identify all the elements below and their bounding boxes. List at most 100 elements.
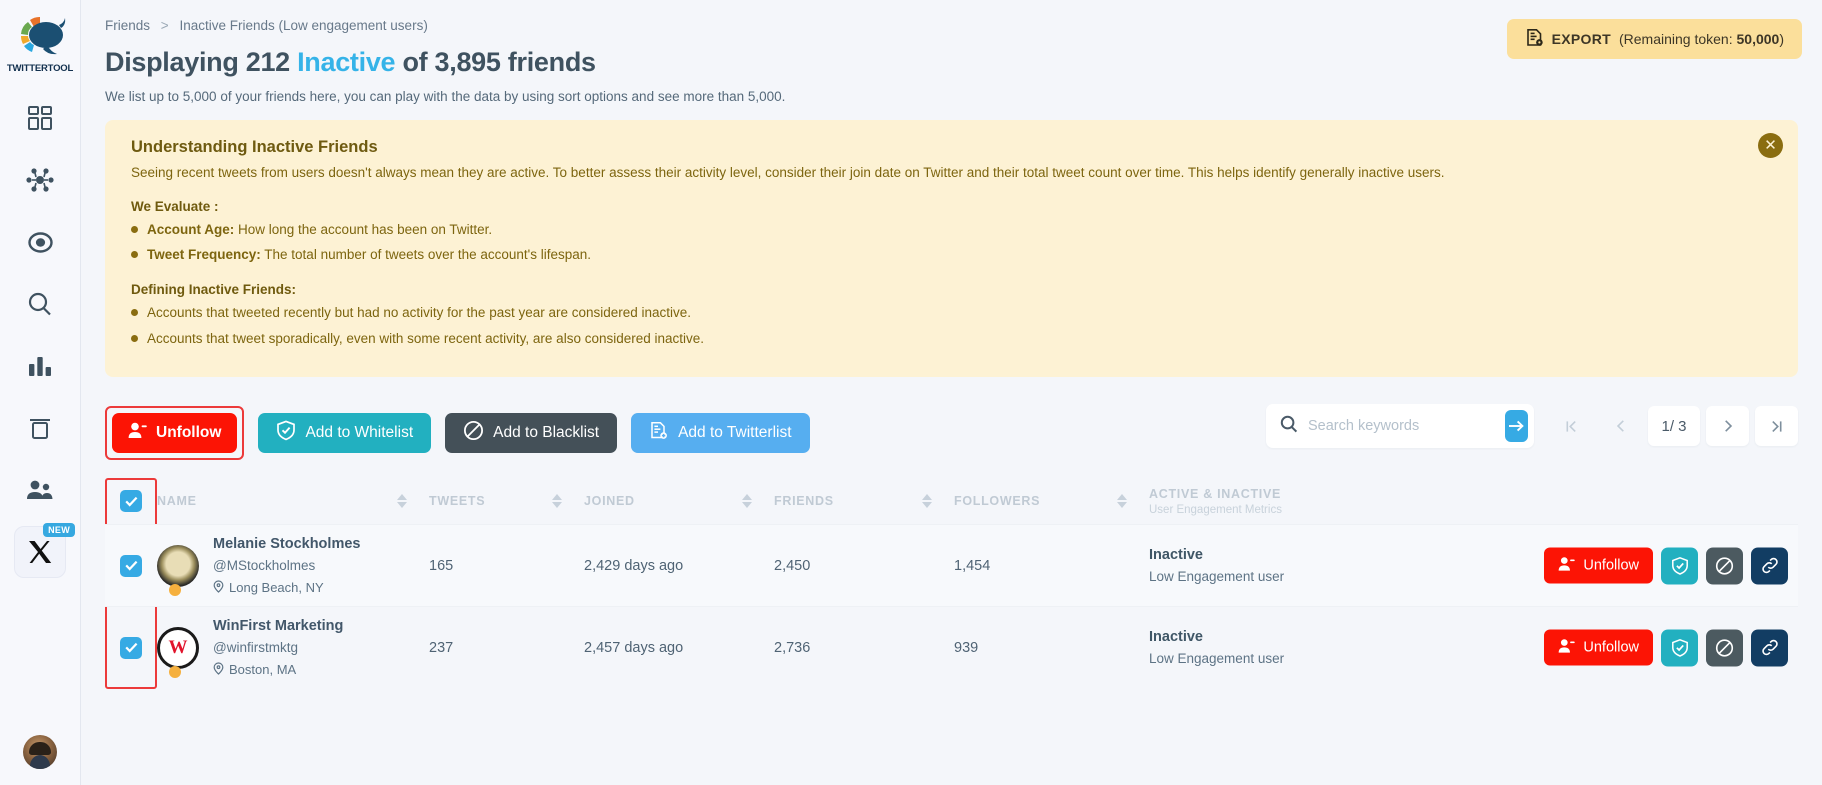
row-friends: 2,450 [774, 558, 954, 574]
column-header-name[interactable]: NAME [157, 494, 429, 508]
friends-table: NAME TWEETS JOINED [105, 478, 1798, 688]
status-badge [169, 584, 181, 596]
row-unfollow-label: Unfollow [1583, 640, 1639, 656]
row-blacklist-button[interactable] [1706, 547, 1743, 584]
table-row[interactable]: W WinFirst Marketing @winfirstmktg [105, 606, 1798, 688]
new-badge: NEW [43, 523, 75, 537]
search-input[interactable] [1308, 418, 1495, 434]
row-joined: 2,457 days ago [584, 640, 774, 656]
sidebar-item-target[interactable] [14, 216, 66, 268]
user-name: WinFirst Marketing [213, 618, 343, 634]
pagination-current-page: 1/ 3 [1648, 406, 1700, 446]
column-header-tweets[interactable]: TWEETS [429, 494, 584, 508]
search-box[interactable] [1266, 404, 1534, 448]
list-item-bold: Account Age: [147, 222, 234, 237]
sidebar-item-dashboard[interactable] [14, 92, 66, 144]
sidebar-item-search[interactable] [14, 278, 66, 330]
select-all-checkbox[interactable] [120, 490, 142, 512]
unfollow-button[interactable]: Unfollow [112, 413, 237, 453]
row-tweets: 237 [429, 640, 584, 656]
bullet-icon [131, 335, 138, 342]
info-banner: ✕ Understanding Inactive Friends Seeing … [105, 120, 1798, 377]
sort-icon[interactable] [552, 494, 562, 508]
user-location-text: Long Beach, NY [229, 580, 324, 595]
row-followers: 939 [954, 640, 1149, 656]
column-header-tweets-label: TWEETS [429, 494, 485, 508]
column-header-followers[interactable]: FOLLOWERS [954, 494, 1149, 508]
app-root: TWITTERTOOL [0, 0, 1822, 785]
row-joined: 2,429 days ago [584, 558, 774, 574]
sidebar: TWITTERTOOL [0, 0, 81, 785]
banner-defining-list: Accounts that tweeted recently but had n… [131, 303, 1772, 350]
row-link-button[interactable] [1751, 547, 1788, 584]
add-to-whitelist-button[interactable]: Add to Whitelist [258, 413, 431, 453]
brand-logo[interactable]: TWITTERTOOL [7, 14, 73, 74]
user-minus-icon [1558, 556, 1575, 575]
location-pin-icon [213, 662, 224, 678]
search-icon [1280, 415, 1298, 438]
avatar[interactable] [157, 545, 199, 587]
page-title-prefix: Displaying 212 [105, 47, 297, 77]
add-to-whitelist-label: Add to Whitelist [305, 424, 413, 442]
row-unfollow-button[interactable]: Unfollow [1544, 630, 1653, 666]
list-item: Tweet Frequency: The total number of twe… [131, 245, 1772, 266]
pagination-first-button[interactable] [1550, 406, 1593, 446]
export-token-suffix: ) [1779, 31, 1784, 47]
sort-icon[interactable] [742, 494, 752, 508]
bullet-icon [131, 226, 138, 233]
search-submit-button[interactable] [1505, 410, 1528, 442]
sort-icon[interactable] [1117, 494, 1127, 508]
sidebar-item-network[interactable] [14, 154, 66, 206]
user-name: Melanie Stockholmes [213, 536, 360, 552]
add-to-twitterlist-button[interactable]: Add to Twitterlist [631, 413, 809, 453]
close-icon[interactable]: ✕ [1758, 133, 1783, 158]
sidebar-item-analytics[interactable] [14, 340, 66, 392]
add-to-twitterlist-label: Add to Twitterlist [678, 424, 791, 442]
row-checkbox[interactable] [120, 555, 142, 577]
row-link-button[interactable] [1751, 629, 1788, 666]
pagination-last-button[interactable] [1755, 406, 1798, 446]
pagination-next-button[interactable] [1706, 406, 1749, 446]
column-header-friends-label: FRIENDS [774, 494, 834, 508]
add-to-blacklist-button[interactable]: Add to Blacklist [445, 413, 617, 453]
breadcrumb-current[interactable]: Inactive Friends (Low engagement users) [179, 18, 427, 33]
column-header-joined[interactable]: JOINED [584, 494, 774, 508]
search-and-pagination: 1/ 3 [1266, 404, 1798, 448]
sort-icon[interactable] [922, 494, 932, 508]
list-item: Accounts that tweeted recently but had n… [131, 303, 1772, 324]
export-token-value: 50,000 [1737, 31, 1780, 47]
avatar[interactable]: W [157, 627, 199, 669]
add-to-blacklist-label: Add to Blacklist [493, 424, 599, 442]
row-whitelist-button[interactable] [1661, 629, 1698, 666]
bullet-icon [131, 309, 138, 316]
row-user-cell: W WinFirst Marketing @winfirstmktg [157, 618, 429, 678]
row-actions: Unfollow [1544, 629, 1788, 666]
export-token-info: (Remaining token: 50,000) [1619, 31, 1784, 47]
user-handle: @MStockholmes [213, 558, 360, 573]
sidebar-item-trash[interactable] [14, 402, 66, 454]
table-row[interactable]: Melanie Stockholmes @MStockholmes Long B… [105, 524, 1798, 606]
user-location: Boston, MA [213, 662, 343, 678]
list-item-bold: Tweet Frequency: [147, 247, 261, 262]
breadcrumb-root[interactable]: Friends [105, 18, 150, 33]
row-checkbox[interactable] [120, 637, 142, 659]
sidebar-item-x-platform[interactable]: NEW [14, 526, 66, 578]
location-pin-icon [213, 580, 224, 596]
avatar[interactable] [23, 735, 57, 769]
pagination-prev-button[interactable] [1599, 406, 1642, 446]
row-tweets: 165 [429, 558, 584, 574]
export-button[interactable]: EXPORT (Remaining token: 50,000) [1507, 19, 1802, 59]
column-header-status-label: ACTIVE & INACTIVE [1149, 487, 1798, 501]
status-badge [169, 666, 181, 678]
row-user-cell: Melanie Stockholmes @MStockholmes Long B… [157, 536, 429, 596]
sidebar-item-friends[interactable] [14, 464, 66, 516]
row-blacklist-button[interactable] [1706, 629, 1743, 666]
row-unfollow-button[interactable]: Unfollow [1544, 548, 1653, 584]
row-whitelist-button[interactable] [1661, 547, 1698, 584]
sidebar-nav: NEW [0, 92, 80, 588]
column-header-friends[interactable]: FRIENDS [774, 494, 954, 508]
export-document-icon [1525, 28, 1544, 50]
pagination: 1/ 3 [1550, 406, 1798, 446]
sort-icon[interactable] [397, 494, 407, 508]
user-location: Long Beach, NY [213, 580, 360, 596]
